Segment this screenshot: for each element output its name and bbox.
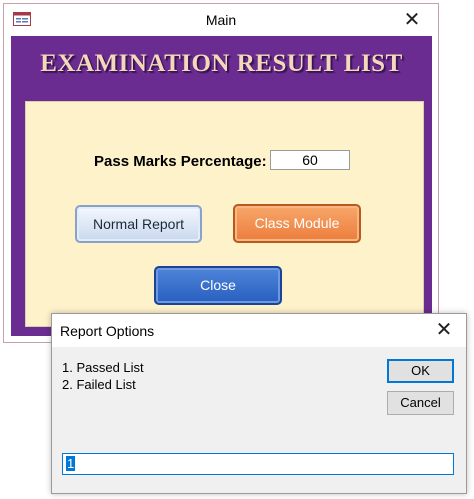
class-module-button[interactable]: Class Module <box>233 204 361 243</box>
pass-marks-label: Pass Marks Percentage: <box>94 153 267 170</box>
main-titlebar: Main ✕ <box>4 4 438 36</box>
close-button[interactable]: Close <box>154 266 282 305</box>
main-window-title: Main <box>205 12 237 28</box>
main-close-icon[interactable]: ✕ <box>392 6 432 34</box>
form-panel: Pass Marks Percentage: 60 Normal Report … <box>25 101 424 327</box>
dialog-close-icon[interactable]: ✕ <box>426 316 462 344</box>
prompt-line-failed: 2. Failed List <box>62 377 136 392</box>
answer-input-value: 1 <box>66 456 76 471</box>
dialog-title: Report Options <box>60 323 155 339</box>
main-window: Main ✕ EXAMINATION RESULT LIST Pass Mark… <box>3 3 439 343</box>
dialog-body: 1. Passed List 2. Failed List OK Cancel … <box>52 347 466 493</box>
cancel-button[interactable]: Cancel <box>387 391 454 415</box>
dialog-titlebar: Report Options ✕ <box>52 314 466 347</box>
pass-marks-input[interactable]: 60 <box>270 150 350 170</box>
page-title: EXAMINATION RESULT LIST <box>40 50 403 77</box>
report-options-dialog: Report Options ✕ 1. Passed List 2. Faile… <box>51 313 467 494</box>
main-form-body: EXAMINATION RESULT LIST Pass Marks Perce… <box>11 36 432 336</box>
prompt-line-passed: 1. Passed List <box>62 360 144 375</box>
ok-button[interactable]: OK <box>387 359 454 383</box>
answer-input[interactable]: 1 <box>62 453 454 475</box>
normal-report-button[interactable]: Normal Report <box>75 205 202 243</box>
